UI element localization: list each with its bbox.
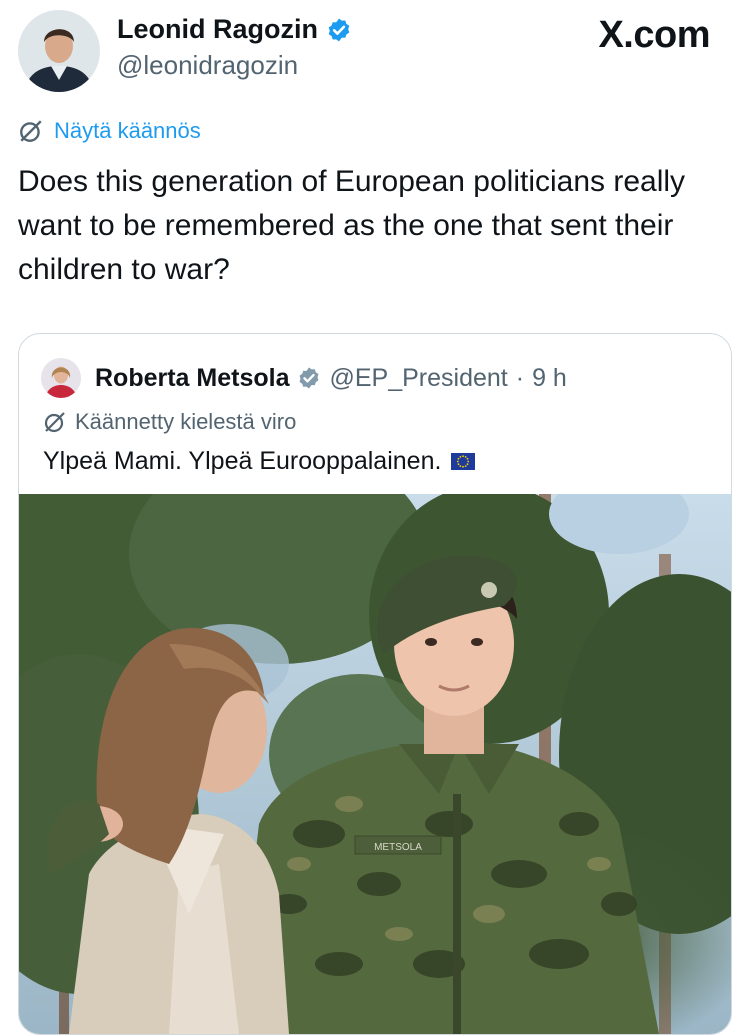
eu-flag-icon	[451, 453, 476, 470]
quoted-author-handle[interactable]: @EP_President	[329, 364, 507, 393]
show-translation-link[interactable]: Näytä käännös	[18, 118, 201, 144]
author-name-row[interactable]: Leonid Ragozin	[117, 14, 352, 45]
uniform-name-tag: METSOLA	[374, 842, 422, 853]
quoted-author-avatar[interactable]	[41, 358, 81, 398]
quoted-author-name[interactable]: Roberta Metsola	[95, 364, 289, 393]
quoted-timestamp[interactable]: 9 h	[532, 364, 567, 393]
quoted-verified-badge-icon	[299, 367, 319, 389]
quoted-tweet-photo[interactable]: METSOLA	[19, 494, 731, 1034]
quoted-tweet-text-row: Ylpeä Mami. Ylpeä Eurooppalainen.	[43, 447, 476, 476]
tweet-text: Does this generation of European politic…	[18, 165, 686, 286]
author-handle[interactable]: @leonidragozin	[117, 50, 298, 81]
quoted-tweet-text: Ylpeä Mami. Ylpeä Eurooppalainen.	[43, 447, 442, 475]
translate-icon	[44, 412, 65, 433]
separator-dot: ·	[515, 363, 525, 392]
translated-note-label: Käännetty kielestä viro	[75, 409, 297, 434]
show-translation-label: Näytä käännös	[54, 118, 201, 143]
translate-icon	[20, 120, 42, 142]
quoted-tweet-card[interactable]: Roberta Metsola @EP_President · 9 h Kään…	[18, 333, 732, 1035]
translated-note: Käännetty kielestä viro	[43, 409, 296, 435]
verified-badge-icon	[328, 18, 350, 41]
site-logo: X.com	[598, 14, 710, 56]
author-avatar[interactable]	[18, 10, 100, 92]
quoted-tweet-header: Roberta Metsola @EP_President · 9 h	[41, 358, 567, 398]
author-name[interactable]: Leonid Ragozin	[117, 14, 318, 45]
